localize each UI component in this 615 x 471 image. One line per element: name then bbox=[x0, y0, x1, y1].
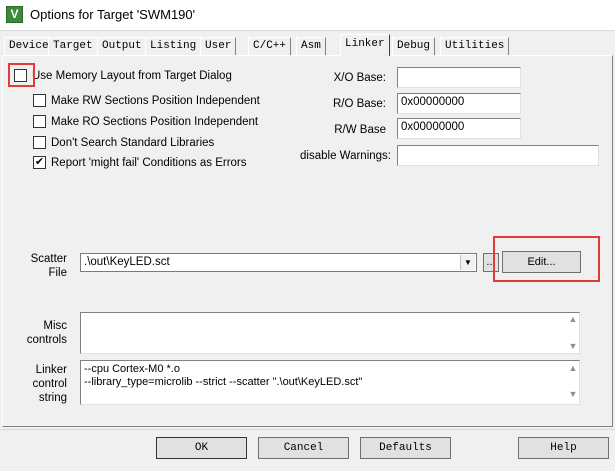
scatter-label-line1: Scatter bbox=[30, 253, 67, 265]
disable-warnings-input[interactable] bbox=[397, 145, 599, 166]
linker-control-line2: --library_type=microlib --strict --scatt… bbox=[84, 376, 363, 388]
misc-controls-input[interactable] bbox=[80, 312, 580, 354]
linker-label-line3: string bbox=[38, 392, 67, 404]
disable-warnings-label: disable Warnings: bbox=[300, 150, 391, 162]
misc-scroll-up-icon[interactable]: ▲ bbox=[566, 314, 580, 324]
scatter-file-label: Scatter File bbox=[31, 252, 67, 280]
rw-base-input[interactable]: 0x00000000 bbox=[397, 118, 521, 139]
ro-base-input[interactable]: 0x00000000 bbox=[397, 93, 521, 114]
help-button[interactable]: Help bbox=[518, 437, 609, 459]
linker-scroll-down-icon[interactable]: ▼ bbox=[566, 389, 580, 399]
misc-label-line2: controls bbox=[26, 334, 67, 346]
title-bar: V Options for Target 'SWM190' bbox=[0, 0, 615, 31]
dont-search-std-libs-checkbox[interactable] bbox=[33, 136, 46, 149]
use-memory-layout-option[interactable]: Use Memory Layout from Target Dialog bbox=[14, 69, 232, 82]
tab-user[interactable]: User bbox=[200, 37, 237, 55]
report-might-fail-option[interactable]: ✔ Report 'might fail' Conditions as Erro… bbox=[33, 156, 247, 169]
report-might-fail-label: Report 'might fail' Conditions as Errors bbox=[51, 156, 247, 169]
ok-button[interactable]: OK bbox=[156, 437, 247, 459]
tab-device[interactable]: Device bbox=[4, 37, 54, 55]
dont-search-std-libs-label: Don't Search Standard Libraries bbox=[51, 136, 215, 149]
rw-base-label: R/W Base bbox=[334, 124, 386, 136]
dropdown-arrow-icon[interactable]: ▼ bbox=[460, 255, 475, 270]
linker-control-line1: --cpu Cortex-M0 *.o bbox=[84, 363, 180, 375]
tab-listing[interactable]: Listing bbox=[145, 37, 202, 55]
scatter-label-line2: File bbox=[48, 267, 67, 279]
ro-position-independent-option[interactable]: Make RO Sections Position Independent bbox=[33, 115, 258, 128]
ro-position-independent-checkbox[interactable] bbox=[33, 115, 46, 128]
scatter-file-combo[interactable]: .\out\KeyLED.sct ▼ bbox=[80, 253, 477, 272]
misc-controls-label: Misc controls bbox=[27, 319, 67, 347]
browse-button[interactable]: ... bbox=[483, 253, 499, 272]
misc-label-line1: Misc bbox=[43, 320, 67, 332]
tab-utilities[interactable]: Utilities bbox=[440, 37, 510, 55]
tab-output[interactable]: Output bbox=[97, 37, 147, 55]
linker-scroll-up-icon[interactable]: ▲ bbox=[566, 363, 580, 373]
ro-base-label: R/O Base: bbox=[332, 98, 386, 110]
tab-linker[interactable]: Linker bbox=[340, 34, 390, 56]
window-title: Options for Target 'SWM190' bbox=[30, 7, 196, 22]
scatter-file-value: .\out\KeyLED.sct bbox=[84, 256, 170, 268]
rw-position-independent-option[interactable]: Make RW Sections Position Independent bbox=[33, 94, 260, 107]
tab-debug[interactable]: Debug bbox=[392, 37, 436, 55]
dont-search-std-libs-option[interactable]: Don't Search Standard Libraries bbox=[33, 136, 214, 149]
edit-button[interactable]: Edit... bbox=[502, 251, 581, 273]
defaults-button[interactable]: Defaults bbox=[360, 437, 451, 459]
tab-asm[interactable]: Asm bbox=[296, 37, 326, 55]
linker-label-line2: control bbox=[32, 378, 67, 390]
ro-position-independent-label: Make RO Sections Position Independent bbox=[51, 115, 259, 128]
tab-strip: Device Target Output Listing User C/C++ … bbox=[0, 34, 615, 56]
misc-scroll-down-icon[interactable]: ▼ bbox=[566, 341, 580, 351]
checkmark-icon: ✔ bbox=[34, 156, 45, 168]
use-memory-layout-label: Use Memory Layout from Target Dialog bbox=[32, 69, 232, 82]
app-icon: V bbox=[6, 6, 23, 23]
tab-c-cpp[interactable]: C/C++ bbox=[248, 37, 292, 55]
linker-control-label: Linker control string bbox=[32, 363, 67, 405]
rw-position-independent-label: Make RW Sections Position Independent bbox=[51, 94, 260, 107]
xo-base-label: X/O Base: bbox=[333, 72, 386, 84]
xo-base-input[interactable] bbox=[397, 67, 521, 88]
linker-control-string[interactable]: --cpu Cortex-M0 *.o --library_type=micro… bbox=[80, 360, 580, 405]
tab-target[interactable]: Target bbox=[48, 37, 98, 55]
cancel-button[interactable]: Cancel bbox=[258, 437, 349, 459]
linker-label-line1: Linker bbox=[35, 364, 67, 376]
rw-position-independent-checkbox[interactable] bbox=[33, 94, 46, 107]
use-memory-layout-checkbox[interactable] bbox=[14, 69, 27, 82]
report-might-fail-checkbox[interactable]: ✔ bbox=[33, 156, 46, 169]
